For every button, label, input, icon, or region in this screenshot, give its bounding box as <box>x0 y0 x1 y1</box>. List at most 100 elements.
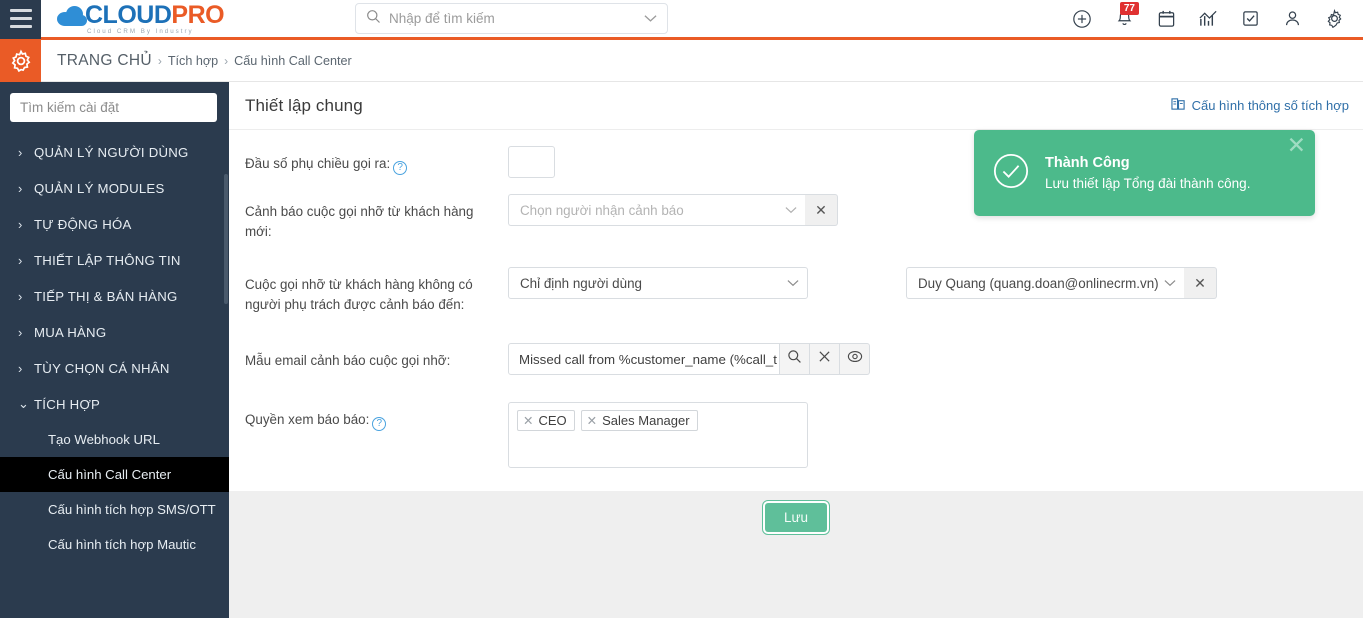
hamburger-line <box>9 17 32 20</box>
outbound-prefix-input[interactable] <box>508 146 555 178</box>
form-label: Đầu số phụ chiều gọi ra:? <box>245 146 508 178</box>
check-circle-icon <box>992 152 1030 195</box>
sidebar-subitem-label: Cấu hình tích hợp Mautic <box>48 537 196 552</box>
permission-tag[interactable]: ✕ CEO <box>517 410 575 431</box>
save-button-wrapper: Lưu <box>229 491 1363 532</box>
help-icon[interactable]: ? <box>372 417 387 431</box>
sidebar-item-label: TIẾP THỊ & BÁN HÀNG <box>34 288 178 304</box>
app-logo[interactable]: CLOUDPRO Cloud CRM By Industry <box>57 0 225 35</box>
chevron-right-icon: › <box>18 360 23 376</box>
logo-text-cloud: CLOUD <box>85 0 172 29</box>
toast-title: Thành Công <box>1045 155 1130 171</box>
sidebar-search-input[interactable]: Tìm kiếm cài đặt <box>10 93 217 122</box>
email-template-clear-button[interactable] <box>810 343 840 375</box>
alert-recipient-clear-button[interactable]: ✕ <box>805 194 838 226</box>
sidebar-item-personal-options[interactable]: › TÙY CHỌN CÁ NHÂN <box>0 350 229 386</box>
alert-recipient-select[interactable]: Chọn người nhận cảnh báo <box>508 194 805 226</box>
logo-tagline: Cloud CRM By Industry <box>87 27 194 35</box>
hamburger-line <box>9 25 32 28</box>
toast-message: Lưu thiết lập Tổng đài thành công. <box>1045 176 1251 191</box>
email-template-label: Mẫu email cảnh báo cuộc gọi nhỡ: <box>245 353 451 368</box>
hamburger-line <box>9 9 32 12</box>
sidebar-item-label: MUA HÀNG <box>34 324 107 340</box>
page-title: Thiết lập chung <box>245 95 363 115</box>
sidebar-item-info-setup[interactable]: › THIẾT LẬP THÔNG TIN <box>0 242 229 278</box>
sidebar-item-call-center-config[interactable]: Cấu hình Call Center <box>0 457 229 492</box>
tag-remove-icon[interactable]: ✕ <box>587 413 597 428</box>
search-icon <box>787 349 802 369</box>
sidebar-item-marketing-sales[interactable]: › TIẾP THỊ & BÁN HÀNG <box>0 278 229 314</box>
alert-recipient-placeholder: Chọn người nhận cảnh báo <box>520 202 684 218</box>
form-field: Chọn người nhận cảnh báo ✕ <box>508 194 838 242</box>
settings-gear-icon[interactable] <box>1313 0 1355 37</box>
top-icon-group: 77 <box>1061 0 1355 37</box>
help-icon[interactable]: ? <box>393 161 408 175</box>
close-icon: ✕ <box>815 201 827 218</box>
breadcrumb-separator: › <box>224 53 229 68</box>
notification-badge: 77 <box>1119 2 1139 15</box>
email-template-preview-button[interactable] <box>840 343 870 375</box>
settings-gear-icon[interactable] <box>0 39 41 82</box>
settings-sidebar: Tìm kiếm cài đặt › QUẢN LÝ NGƯỜI DÙNG › … <box>0 82 229 618</box>
global-search-box[interactable]: Nhập để tìm kiếm <box>355 3 668 34</box>
success-toast: Thành Công Lưu thiết lập Tổng đài thành … <box>974 130 1315 216</box>
sidebar-item-sms-ott-config[interactable]: Cấu hình tích hợp SMS/OTT <box>0 492 229 527</box>
tag-remove-icon[interactable]: ✕ <box>523 413 533 428</box>
sidebar-item-mautic-config[interactable]: Cấu hình tích hợp Mautic <box>0 527 229 562</box>
breadcrumb-home[interactable]: TRANG CHỦ <box>57 52 152 70</box>
user-profile-icon[interactable] <box>1271 0 1313 37</box>
form-row-missed-call-email-template: Mẫu email cảnh báo cuộc gọi nhỡ: Missed … <box>245 343 1363 375</box>
email-template-input[interactable]: Missed call from %customer_name (%call_t <box>508 343 780 375</box>
chevron-down-icon <box>787 274 799 292</box>
sidebar-item-create-webhook-url[interactable]: Tạo Webhook URL <box>0 422 229 457</box>
breadcrumb: TRANG CHỦ › Tích hợp › Cấu hình Call Cen… <box>57 52 352 70</box>
unassigned-alert-type-select[interactable]: Chỉ định người dùng <box>508 267 808 299</box>
breadcrumb-bar: TRANG CHỦ › Tích hợp › Cấu hình Call Cen… <box>0 39 1363 82</box>
footer-area: Lưu <box>229 491 1363 618</box>
chevron-down-icon[interactable] <box>644 10 657 28</box>
assignee-user-clear-button[interactable]: ✕ <box>1184 267 1217 299</box>
unassigned-alert-type-value: Chỉ định người dùng <box>520 275 642 291</box>
integration-params-icon <box>1170 97 1186 114</box>
calendar-icon[interactable] <box>1145 0 1187 37</box>
close-icon: ✕ <box>1194 274 1206 291</box>
card-header: Thiết lập chung Cấu hình thông số tích h… <box>229 82 1363 130</box>
permission-tag[interactable]: ✕ Sales Manager <box>580 410 698 431</box>
sidebar-item-automation[interactable]: › TỰ ĐỘNG HÓA <box>0 206 229 242</box>
sidebar-item-purchasing[interactable]: › MUA HÀNG <box>0 314 229 350</box>
sidebar-item-label: TỰ ĐỘNG HÓA <box>34 216 132 232</box>
sidebar-search-placeholder: Tìm kiếm cài đặt <box>20 100 120 115</box>
sidebar-item-label: QUẢN LÝ NGƯỜI DÙNG <box>34 144 189 160</box>
sidebar-item-user-management[interactable]: › QUẢN LÝ NGƯỜI DÙNG <box>0 134 229 170</box>
form-label: Cuộc gọi nhỡ từ khách hàng không có ngườ… <box>245 267 508 315</box>
new-customer-alert-label: Cảnh báo cuộc gọi nhỡ từ khách hàng mới: <box>245 204 474 239</box>
hamburger-menu-icon[interactable] <box>0 0 41 39</box>
integration-params-label: Cấu hình thông số tích hợp <box>1191 98 1349 113</box>
chevron-down-icon <box>785 201 797 219</box>
analytics-chart-icon[interactable] <box>1187 0 1229 37</box>
sidebar-item-module-management[interactable]: › QUẢN LÝ MODULES <box>0 170 229 206</box>
breadcrumb-integration[interactable]: Tích hợp <box>168 54 218 68</box>
permission-tag-label: CEO <box>538 413 567 428</box>
integration-params-link[interactable]: Cấu hình thông số tích hợp <box>1170 97 1349 114</box>
outbound-prefix-label: Đầu số phụ chiều gọi ra: <box>245 156 391 171</box>
email-template-search-button[interactable] <box>780 343 810 375</box>
sidebar-scrollbar[interactable] <box>224 174 228 304</box>
sidebar-item-integration[interactable]: ⌄ TÍCH HỢP <box>0 386 229 422</box>
chevron-down-icon: ⌄ <box>18 396 29 411</box>
report-permission-tag-box[interactable]: ✕ CEO ✕ Sales Manager <box>508 402 808 468</box>
assignee-user-select[interactable]: Duy Quang (quang.doan@onlinecrm.vn) <box>906 267 1184 299</box>
notification-bell-icon[interactable]: 77 <box>1103 0 1145 37</box>
unassigned-alert-label: Cuộc gọi nhỡ từ khách hàng không có ngườ… <box>245 277 473 312</box>
cloud-icon <box>57 4 91 26</box>
close-icon <box>818 350 831 368</box>
form-row-unassigned-missed-call-alert: Cuộc gọi nhỡ từ khách hàng không có ngườ… <box>245 267 1363 315</box>
save-button[interactable]: Lưu <box>764 503 828 532</box>
task-checkbox-icon[interactable] <box>1229 0 1271 37</box>
top-navigation-bar: CLOUDPRO Cloud CRM By Industry Nhập để t… <box>0 0 1363 40</box>
add-circle-icon[interactable] <box>1061 0 1103 37</box>
form-field: Missed call from %customer_name (%call_t <box>508 343 870 375</box>
form-label: Mẫu email cảnh báo cuộc gọi nhỡ: <box>245 343 508 375</box>
breadcrumb-separator: › <box>157 53 162 68</box>
toast-close-button[interactable]: ✕ <box>1287 134 1306 157</box>
